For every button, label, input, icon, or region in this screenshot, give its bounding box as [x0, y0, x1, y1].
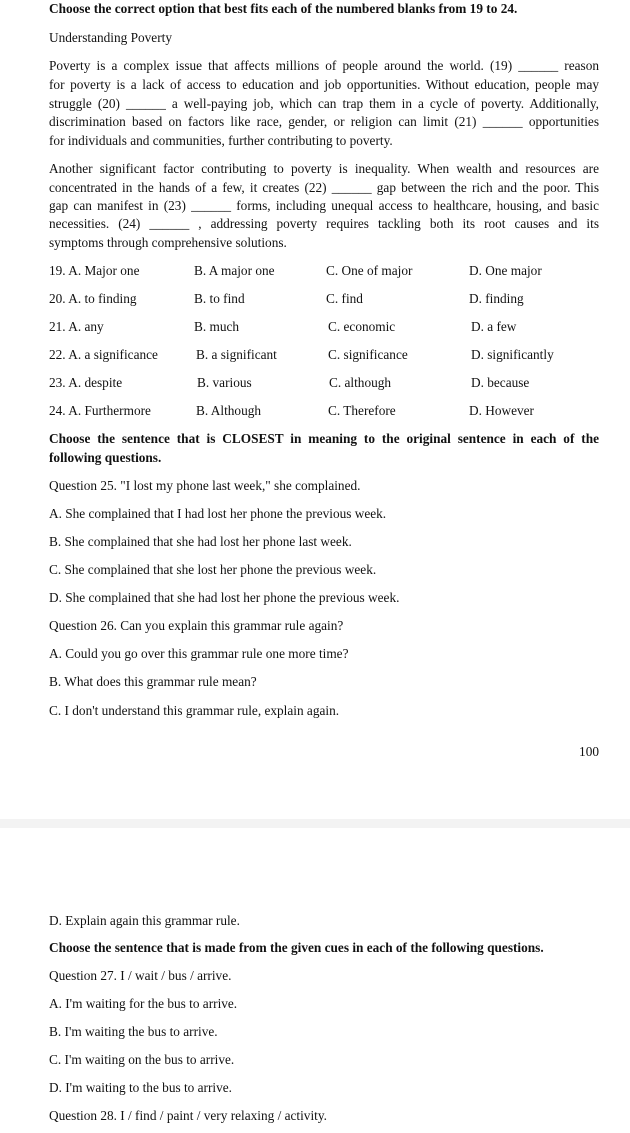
option-b[interactable]: B. Although	[196, 403, 261, 419]
option-c[interactable]: C. find	[326, 291, 363, 307]
option-a[interactable]: 20. A. to finding	[49, 291, 137, 307]
option-d[interactable]: D. One major	[469, 263, 542, 279]
paragraph-line: concentrated in the hands of a few, it c…	[49, 180, 599, 195]
section-heading-cues: Choose the sentence that is made from th…	[49, 940, 544, 955]
paragraph-line: discrimination based on factors like rac…	[49, 114, 599, 129]
option-a[interactable]: 24. A. Furthermore	[49, 403, 151, 419]
answer-option-a[interactable]: A. I'm waiting for the bus to arrive.	[49, 996, 237, 1012]
option-b[interactable]: B. a significant	[196, 347, 277, 363]
answer-option-a[interactable]: A. Could you go over this grammar rule o…	[49, 646, 348, 662]
option-b[interactable]: B. various	[197, 375, 252, 391]
answer-option-c[interactable]: C. She complained that she lost her phon…	[49, 562, 376, 578]
answer-option-b[interactable]: B. I'm waiting the bus to arrive.	[49, 1024, 218, 1040]
passage-title: Understanding Poverty	[49, 30, 172, 45]
paragraph-line: symptoms through comprehensive solutions…	[49, 235, 287, 250]
question-prompt: Question 28. I / find / paint / very rel…	[49, 1108, 327, 1123]
paragraph-line: Poverty is a complex issue that affects …	[49, 58, 599, 73]
paragraph-line: for individuals and communities, further…	[49, 133, 393, 148]
option-c[interactable]: C. economic	[328, 319, 395, 335]
answer-option-c[interactable]: C. I don't understand this grammar rule,…	[49, 703, 339, 719]
option-d[interactable]: D. However	[469, 403, 534, 419]
option-a[interactable]: 21. A. any	[49, 319, 104, 335]
page-number: 100	[579, 744, 599, 759]
question-prompt: Question 27. I / wait / bus / arrive.	[49, 968, 232, 983]
heading-line: following questions.	[49, 450, 162, 465]
option-d[interactable]: D. finding	[469, 291, 524, 307]
option-c[interactable]: C. One of major	[326, 263, 412, 279]
answer-option-d[interactable]: D. She complained that she had lost her …	[49, 590, 399, 606]
answer-option-b[interactable]: B. What does this grammar rule mean?	[49, 674, 257, 690]
option-d[interactable]: D. a few	[471, 319, 516, 335]
answer-option-d[interactable]: D. Explain again this grammar rule.	[49, 913, 240, 929]
answer-option-c[interactable]: C. I'm waiting on the bus to arrive.	[49, 1052, 234, 1068]
paragraph-line: Another significant factor contributing …	[49, 161, 599, 176]
answer-option-d[interactable]: D. I'm waiting to the bus to arrive.	[49, 1080, 232, 1096]
section-heading-cloze: Choose the correct option that best fits…	[49, 1, 518, 16]
option-a[interactable]: 19. A. Major one	[49, 263, 139, 279]
answer-option-b[interactable]: B. She complained that she had lost her …	[49, 534, 352, 550]
question-prompt: Question 25. "I lost my phone last week,…	[49, 478, 361, 493]
option-b[interactable]: B. A major one	[194, 263, 275, 279]
paragraph-line: struggle (20) ______ a well-paying job, …	[49, 96, 599, 111]
option-a[interactable]: 23. A. despite	[49, 375, 122, 391]
option-d[interactable]: D. because	[471, 375, 529, 391]
option-c[interactable]: C. although	[329, 375, 391, 391]
option-b[interactable]: B. to find	[194, 291, 245, 307]
option-d[interactable]: D. significantly	[471, 347, 554, 363]
answer-option-a[interactable]: A. She complained that I had lost her ph…	[49, 506, 386, 522]
paragraph-line: necessities. (24) ______ , addressing po…	[49, 216, 599, 231]
paragraph-line: for poverty is a lack of access to educa…	[49, 77, 599, 92]
option-b[interactable]: B. much	[194, 319, 239, 335]
option-a[interactable]: 22. A. a significance	[49, 347, 158, 363]
option-c[interactable]: C. significance	[328, 347, 408, 363]
heading-line: Choose the sentence that is CLOSEST in m…	[49, 431, 599, 446]
paragraph-line: gap can manifest in (23) ______ forms, i…	[49, 198, 599, 213]
option-c[interactable]: C. Therefore	[328, 403, 396, 419]
page-break-divider	[0, 819, 630, 828]
question-prompt: Question 26. Can you explain this gramma…	[49, 618, 344, 633]
